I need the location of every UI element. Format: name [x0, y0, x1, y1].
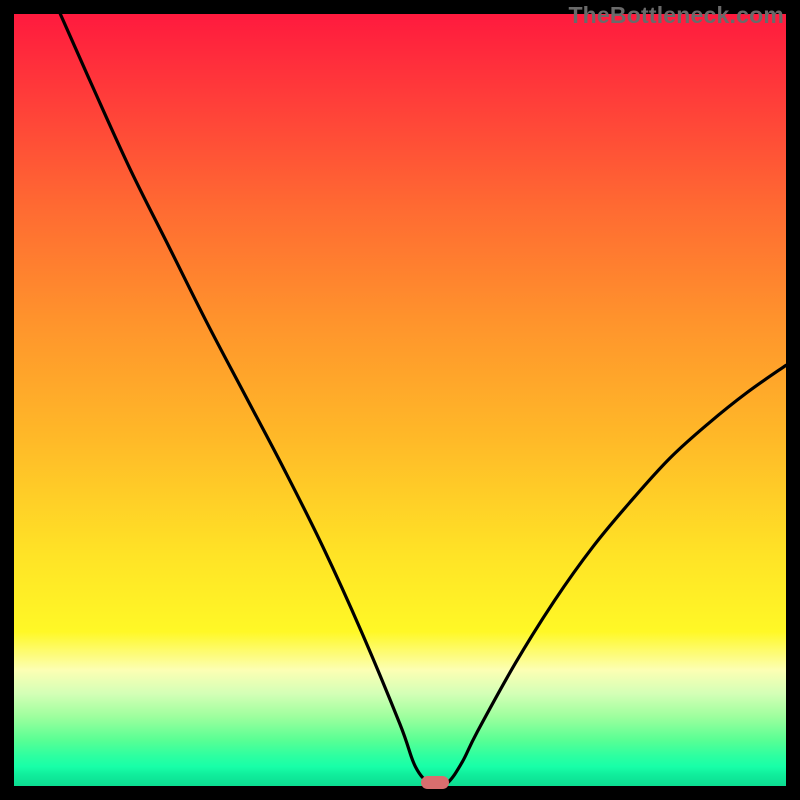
bottleneck-curve: [14, 14, 786, 786]
chart-wrapper: TheBottleneck.com: [0, 0, 800, 800]
watermark-text: TheBottleneck.com: [568, 2, 784, 29]
